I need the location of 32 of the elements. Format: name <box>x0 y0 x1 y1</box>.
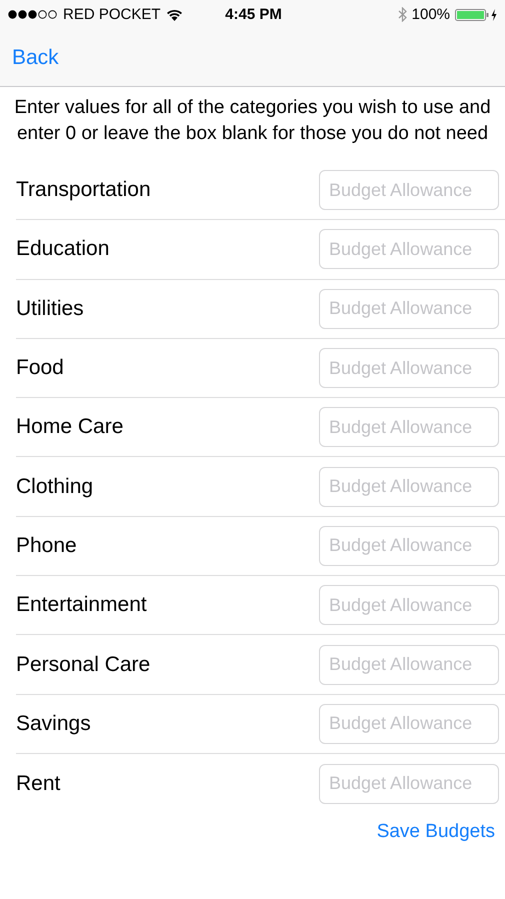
budget-input-field[interactable]: Budget Allowance <box>319 704 499 744</box>
instructions-text: Enter values for all of the categories you wish to use and enter 0 or leave the box blank for those you do not need <box>14 96 491 146</box>
budget-input-field[interactable]: Budget Allowance <box>319 229 499 270</box>
budget-input-field[interactable]: Budget Allowance <box>319 526 499 566</box>
budget-input-field[interactable]: Budget Allowance <box>319 348 499 388</box>
category-label: Food <box>16 356 64 380</box>
category-label: Savings <box>16 712 91 736</box>
budget-input-field[interactable]: Budget Allowance <box>319 585 499 626</box>
category-label: Utilities <box>16 296 84 321</box>
category-label: Transportation <box>16 178 151 202</box>
budget-input-field[interactable]: Budget Allowance <box>319 288 499 329</box>
clock-time: 4:45 PM <box>225 6 282 23</box>
category-label: Clothing <box>16 474 94 499</box>
save-budgets-button[interactable]: Save Budgets <box>376 821 495 844</box>
battery-charging-icon <box>455 8 500 22</box>
budget-input-field[interactable]: Budget Allowance <box>319 466 499 507</box>
budget-input-field[interactable]: Budget Allowance <box>319 170 499 210</box>
wifi-icon <box>166 8 183 20</box>
budget-input-field[interactable]: Budget Allowance <box>319 764 499 804</box>
signal-icon <box>8 10 58 19</box>
category-label: Home Care <box>16 415 124 440</box>
category-label: Personal Care <box>16 652 150 677</box>
category-label: Rent <box>16 772 60 796</box>
back-button[interactable]: Back <box>12 46 59 70</box>
budget-input-field[interactable]: Budget Allowance <box>319 644 499 685</box>
budget-input-field[interactable]: Budget Allowance <box>319 407 499 448</box>
bluetooth-icon <box>398 7 407 22</box>
carrier-name: RED POCKET <box>63 6 161 23</box>
category-label: Phone <box>16 534 77 558</box>
battery-percent: 100% <box>412 6 450 23</box>
category-label: Education <box>16 237 110 262</box>
category-label: Entertainment <box>16 593 147 618</box>
